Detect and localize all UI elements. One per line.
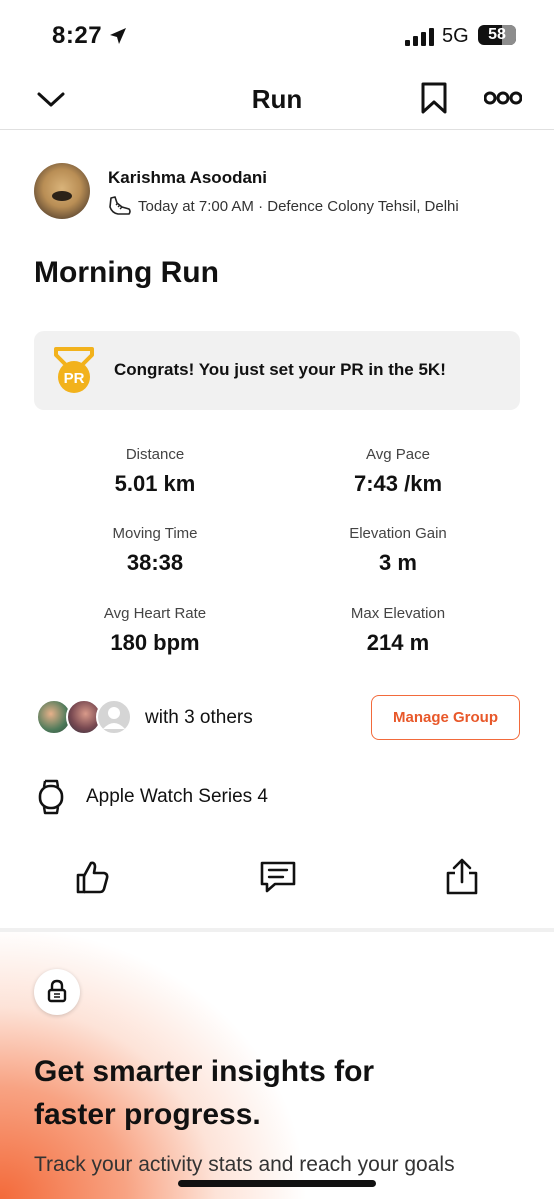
upsell-title: Get smarter insights for faster progress… bbox=[34, 1055, 375, 1131]
stat-value: 38:38 bbox=[126, 550, 184, 575]
home-indicator[interactable] bbox=[178, 1180, 376, 1187]
status-time: 8:27 bbox=[52, 22, 103, 49]
activity-title: Morning Run bbox=[34, 256, 219, 289]
avatar bbox=[96, 699, 132, 735]
share-icon[interactable] bbox=[444, 858, 480, 896]
stat-value: 7:43 /km bbox=[353, 471, 443, 496]
status-bar: 8:27 5G 58 bbox=[0, 0, 554, 70]
person-icon bbox=[103, 707, 125, 729]
bookmark-icon[interactable] bbox=[420, 82, 448, 114]
comment-icon[interactable] bbox=[259, 858, 297, 896]
stat-label: Moving Time bbox=[112, 525, 198, 542]
shoe-icon bbox=[109, 196, 131, 215]
group-avatars[interactable] bbox=[36, 699, 132, 735]
battery-level: 58 bbox=[488, 26, 506, 43]
stat-value: 5.01 km bbox=[114, 471, 196, 496]
signal-icon bbox=[405, 28, 434, 46]
lock-badge bbox=[34, 969, 80, 1015]
pr-medal-icon: PR bbox=[54, 347, 94, 393]
more-icon[interactable] bbox=[484, 90, 522, 106]
stat-label: Distance bbox=[125, 446, 185, 463]
stat-max-elevation: Max Elevation 214 m bbox=[278, 605, 518, 656]
stat-value: 3 m bbox=[379, 550, 417, 575]
stat-distance: Distance 5.01 km bbox=[35, 446, 275, 497]
upsell-subtitle: Track your activity stats and reach your… bbox=[34, 1153, 455, 1176]
location-arrow-icon bbox=[110, 28, 126, 44]
athlete-name[interactable]: Karishma Asoodani bbox=[108, 168, 267, 188]
nav-bar: Run bbox=[0, 70, 554, 130]
pr-message: Congrats! You just set your PR in the 5K… bbox=[114, 360, 446, 379]
pr-badge-text: PR bbox=[64, 370, 85, 387]
stat-avg-pace: Avg Pace 7:43 /km bbox=[278, 446, 518, 497]
stat-label: Max Elevation bbox=[350, 605, 446, 622]
page-title: Run bbox=[251, 84, 303, 114]
stat-label: Avg Heart Rate bbox=[103, 605, 207, 622]
activity-meta: Today at 7:00 AM · Defence Colony Tehsil… bbox=[138, 198, 459, 215]
stat-label: Elevation Gain bbox=[349, 525, 447, 542]
stat-value: 180 bpm bbox=[110, 630, 200, 655]
athlete-avatar[interactable] bbox=[34, 163, 90, 219]
stat-avg-heart-rate: Avg Heart Rate 180 bpm bbox=[35, 605, 275, 656]
group-text[interactable]: with 3 others bbox=[145, 707, 253, 729]
stat-elevation-gain: Elevation Gain 3 m bbox=[278, 525, 518, 576]
pr-card[interactable]: PR Congrats! You just set your PR in the… bbox=[34, 331, 520, 410]
stat-moving-time: Moving Time 38:38 bbox=[35, 525, 275, 576]
manage-group-button[interactable]: Manage Group bbox=[371, 695, 520, 740]
battery-icon: 58 bbox=[478, 25, 516, 45]
stat-label: Avg Pace bbox=[366, 446, 430, 463]
stat-value: 214 m bbox=[366, 630, 430, 655]
network-type: 5G bbox=[442, 25, 469, 47]
subscription-upsell[interactable]: Get smarter insights for faster progress… bbox=[0, 928, 554, 1199]
watch-icon bbox=[38, 779, 64, 815]
device-name: Apple Watch Series 4 bbox=[86, 786, 268, 807]
lock-icon bbox=[47, 979, 67, 1003]
thumbs-up-icon[interactable] bbox=[74, 858, 110, 896]
